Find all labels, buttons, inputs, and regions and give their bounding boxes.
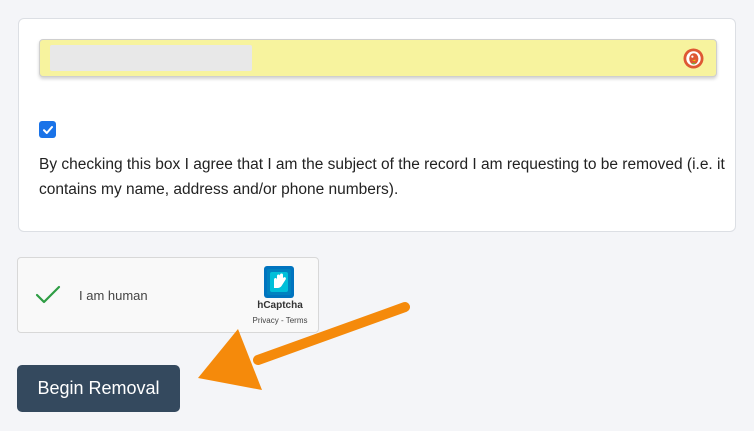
redacted-email-value bbox=[50, 45, 252, 71]
hcaptcha-privacy-terms-link[interactable]: Privacy - Terms bbox=[238, 316, 322, 325]
hcaptcha-brand: hCaptcha bbox=[257, 300, 303, 311]
duckduckgo-icon[interactable] bbox=[683, 48, 704, 69]
hcaptcha-widget: I am human hCaptcha Privacy - Terms bbox=[17, 257, 319, 333]
agree-checkbox[interactable] bbox=[39, 121, 56, 138]
checkmark-icon bbox=[42, 125, 53, 134]
removal-form-card: By checking this box I agree that I am t… bbox=[18, 18, 736, 232]
captcha-checkmark-icon[interactable] bbox=[35, 285, 61, 305]
begin-removal-button[interactable]: Begin Removal bbox=[17, 365, 180, 412]
email-field[interactable] bbox=[39, 39, 717, 77]
captcha-label: I am human bbox=[79, 288, 148, 303]
agree-label: By checking this box I agree that I am t… bbox=[39, 156, 725, 198]
page: By checking this box I agree that I am t… bbox=[0, 0, 754, 431]
hcaptcha-logo-icon bbox=[264, 266, 294, 298]
